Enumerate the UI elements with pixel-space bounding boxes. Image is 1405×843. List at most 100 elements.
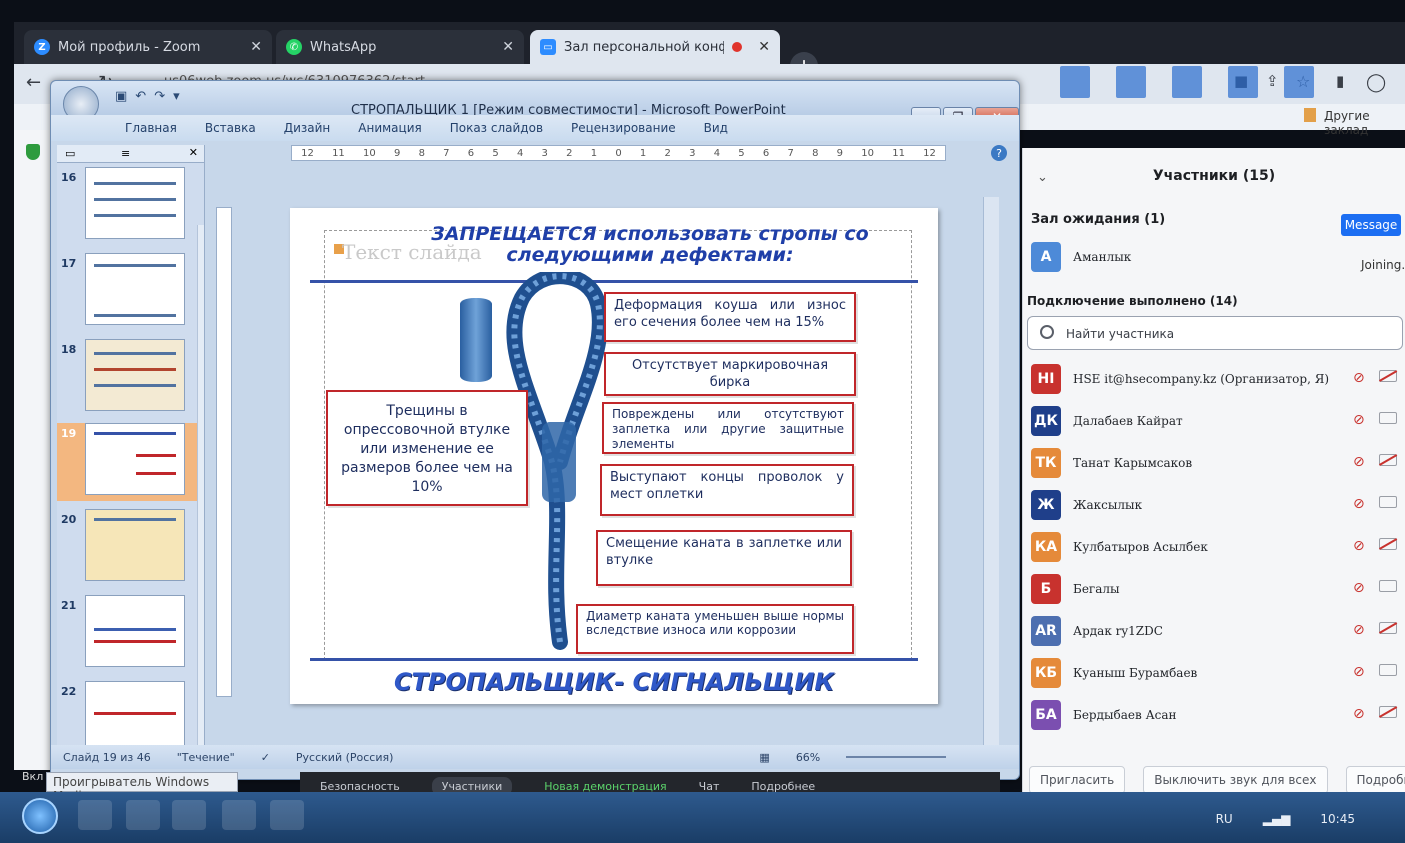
mic-muted-icon[interactable]: ⊘ [1353, 412, 1365, 428]
joining-status: Joining... [1361, 258, 1405, 272]
tab-home[interactable]: Главная [111, 115, 191, 141]
camera-icon[interactable] [1379, 664, 1397, 676]
ruler-mark: 7 [443, 147, 450, 159]
network-icon[interactable]: ▂▄▆ [1263, 812, 1291, 826]
camera-icon[interactable] [1379, 370, 1397, 382]
thumbnail-slide-18[interactable]: 18 [57, 339, 197, 417]
input-language[interactable]: RU [1216, 812, 1233, 826]
close-pane-icon[interactable]: ✕ [189, 146, 198, 159]
new-share-button[interactable]: Новая демонстрация [544, 780, 666, 793]
message-button[interactable]: Message [1341, 214, 1401, 236]
undo-icon[interactable]: ↶ [135, 89, 146, 104]
slides-tab-icon[interactable]: ▭ [65, 147, 75, 160]
connected-label[interactable]: Подключение выполнено (14) [1027, 294, 1238, 308]
participant-row[interactable]: КБ Куаныш Бурамбаев ⊘ [1031, 658, 1401, 694]
ruler-mark: 5 [738, 147, 745, 159]
ruler-mark: 1 [590, 147, 598, 159]
participant-row[interactable]: HI HSE it@hsecompany.kz (Организатор, Я) ⊘ [1031, 364, 1401, 400]
tab-zoom-meeting[interactable]: ▭ Зал персональной конфере ✕ [530, 30, 780, 64]
thumbnail-slide-17[interactable]: 17 [57, 253, 197, 331]
invite-button[interactable]: Пригласить [1029, 766, 1126, 794]
explorer-icon[interactable] [78, 800, 112, 830]
waiting-room-label[interactable]: Зал ожидания (1) [1031, 212, 1165, 227]
tab-insert[interactable]: Вставка [191, 115, 270, 141]
shield-icon [26, 144, 40, 160]
powerpoint-icon[interactable] [270, 800, 304, 830]
mic-muted-icon[interactable]: ⊘ [1353, 496, 1365, 512]
chrome-icon[interactable] [172, 800, 206, 830]
thumbnail-slide-22[interactable]: 22 [57, 681, 197, 745]
tab-slideshow[interactable]: Показ слайдов [436, 115, 557, 141]
participant-row[interactable]: КА Кулбатыров Асылбек ⊘ [1031, 532, 1401, 568]
normal-view-icon[interactable]: ▦ [759, 751, 769, 764]
camera-icon[interactable] [1379, 496, 1397, 508]
qat-more-icon[interactable]: ▾ [173, 89, 180, 104]
pp-titlebar: ▣ ↶ ↷ ▾ СТРОПАЛЬЩИК 1 [Режим совместимос… [51, 81, 1019, 127]
waiting-participant[interactable]: A Аманлык Joining... [1031, 242, 1405, 278]
participant-search[interactable]: Найти участника [1027, 316, 1403, 350]
close-tab-icon[interactable]: ✕ [502, 39, 514, 55]
media-player-icon[interactable] [126, 800, 160, 830]
tab-view[interactable]: Вид [690, 115, 742, 141]
participant-row[interactable]: БА Бердыбаев Асан ⊘ [1031, 700, 1401, 736]
callout-rope-shift: Смещение каната в заплетке или втулке [596, 530, 852, 586]
mic-muted-icon[interactable]: ⊘ [1353, 370, 1365, 386]
mic-muted-icon[interactable]: ⊘ [1353, 454, 1365, 470]
more-toolbar-button[interactable]: Подробнее [751, 780, 815, 793]
tab-design[interactable]: Дизайн [270, 115, 345, 141]
camera-icon[interactable] [1379, 538, 1397, 550]
callout-no-tag: Отсутствует маркировочная бирка [604, 352, 856, 396]
language[interactable]: Русский (Россия) [296, 751, 394, 764]
tab-zoom-profile[interactable]: Z Мой профиль - Zoom ✕ [24, 30, 272, 64]
start-button[interactable] [22, 798, 58, 834]
participant-row[interactable]: AR Ардак ry1ZDC ⊘ [1031, 616, 1401, 652]
other-bookmarks[interactable]: Другие заклад [1324, 109, 1405, 137]
camera-icon[interactable] [1379, 580, 1397, 592]
back-icon[interactable]: ← [26, 72, 41, 93]
mic-muted-icon[interactable]: ⊘ [1353, 538, 1365, 554]
camera-icon[interactable] [1379, 622, 1397, 634]
camera-icon[interactable] [1379, 454, 1397, 466]
profile-icon[interactable]: ◯ [1366, 72, 1386, 93]
mic-muted-icon[interactable]: ⊘ [1353, 580, 1365, 596]
mic-muted-icon[interactable]: ⊘ [1353, 706, 1365, 722]
tab-animation[interactable]: Анимация [344, 115, 435, 141]
redo-icon[interactable]: ↷ [154, 89, 165, 104]
slide-title: ЗАПРЕЩАЕТСЯ использовать стропы со следу… [431, 223, 869, 266]
spellcheck-icon[interactable]: ✓ [261, 751, 270, 764]
ruler-mark: 10 [363, 147, 376, 159]
help-icon[interactable]: ? [991, 145, 1007, 161]
mic-muted-icon[interactable]: ⊘ [1353, 664, 1365, 680]
participant-name: Жаксылык [1073, 498, 1143, 512]
tab-whatsapp[interactable]: ✆ WhatsApp ✕ [276, 30, 524, 64]
zoom-level[interactable]: 66% [796, 751, 820, 764]
mic-muted-icon[interactable]: ⊘ [1353, 622, 1365, 638]
close-tab-icon[interactable]: ✕ [758, 39, 770, 55]
more-button[interactable]: Подробнее [1345, 766, 1405, 794]
sidepanel-icon[interactable]: ▮ [1336, 72, 1344, 90]
slide[interactable]: Текст слайда ЗАПРЕЩАЕТСЯ использовать ст… [290, 208, 938, 704]
thumbnail-slide-20[interactable]: 20 [57, 509, 197, 587]
clock[interactable]: 10:45 [1320, 812, 1355, 826]
thumbnail-slide-16[interactable]: 16 [57, 167, 197, 245]
save-icon[interactable]: ▣ [115, 89, 127, 104]
participant-row[interactable]: Б Бегалы ⊘ [1031, 574, 1401, 610]
close-tab-icon[interactable]: ✕ [250, 39, 262, 55]
thumbnail-slide-21[interactable]: 21 [57, 595, 197, 673]
search-input[interactable]: Найти участника [1066, 327, 1174, 341]
mute-all-button[interactable]: Выключить звук для всех [1143, 766, 1328, 794]
slide-scrollbar[interactable] [983, 197, 999, 747]
security-button[interactable]: Безопасность [320, 780, 400, 793]
participant-row[interactable]: Ж Жаксылык ⊘ [1031, 490, 1401, 526]
camera-icon[interactable] [1379, 412, 1397, 424]
participant-row[interactable]: ТК Танат Карымсаков ⊘ [1031, 448, 1401, 484]
participant-row[interactable]: ДК Далабаев Кайрат ⊘ [1031, 406, 1401, 442]
zoom-slider[interactable] [846, 756, 947, 758]
app-icon[interactable] [222, 800, 256, 830]
camera-icon[interactable] [1379, 706, 1397, 718]
thumbnails-scrollbar[interactable] [197, 225, 204, 745]
thumbnail-slide-19[interactable]: 19 [57, 423, 197, 501]
outline-tab-icon[interactable]: ≡ [121, 147, 130, 160]
tab-review[interactable]: Рецензирование [557, 115, 690, 141]
chat-button[interactable]: Чат [699, 780, 720, 793]
